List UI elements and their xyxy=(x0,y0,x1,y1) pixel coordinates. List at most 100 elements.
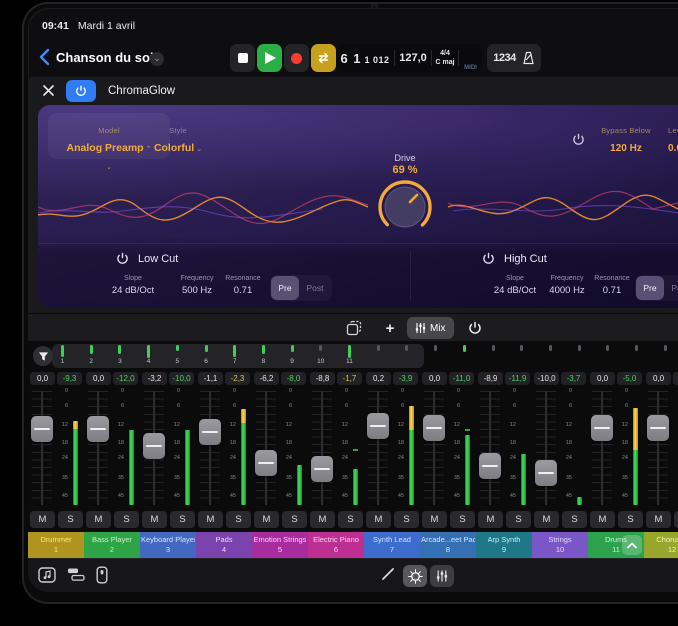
fader-track[interactable] xyxy=(256,391,276,505)
fader-track[interactable] xyxy=(368,391,388,505)
metronome-icon[interactable] xyxy=(522,51,535,65)
lcd-display[interactable]: 6 1 1 012 127,0 4/4 C maj MIDI xyxy=(336,44,482,72)
volume-readout[interactable]: -1,1 xyxy=(198,372,223,385)
mute-button[interactable]: M xyxy=(422,511,447,528)
volume-fader[interactable] xyxy=(479,453,501,479)
filter-button[interactable] xyxy=(33,346,53,366)
mute-button[interactable]: M xyxy=(366,511,391,528)
bypass-below-control[interactable]: Bypass Below 120 Hz xyxy=(590,120,662,156)
loop-browser-button[interactable] xyxy=(38,566,58,584)
track-name-label[interactable]: Chorus V12 xyxy=(644,532,678,558)
track-name-label[interactable]: Keyboard Player3 xyxy=(140,532,196,558)
low-cut-slope[interactable]: Slope 24 dB/Oct xyxy=(98,275,168,296)
solo-button[interactable]: S xyxy=(170,511,195,528)
track-name-label[interactable]: Synth Lead7 xyxy=(364,532,420,558)
volume-fader[interactable] xyxy=(423,415,445,441)
volume-readout[interactable]: 0,0 xyxy=(646,372,671,385)
track-name-label[interactable]: Bass Player2 xyxy=(84,532,140,558)
tracks-view-button[interactable] xyxy=(67,566,85,583)
record-button[interactable] xyxy=(284,44,309,72)
fader-track[interactable] xyxy=(424,391,444,505)
peak-readout[interactable] xyxy=(673,372,678,385)
collapse-chevron-up-button[interactable] xyxy=(622,535,642,555)
mute-button[interactable]: M xyxy=(310,511,335,528)
volume-fader[interactable] xyxy=(199,419,221,445)
song-menu-chevron-icon[interactable]: ⌄ xyxy=(150,52,164,66)
solo-button[interactable]: S xyxy=(282,511,307,528)
drive-control[interactable]: Drive 69 % xyxy=(369,153,441,236)
solo-button[interactable]: S xyxy=(58,511,83,528)
track-name-label[interactable]: Drummer1 xyxy=(28,532,84,558)
solo-button[interactable]: S xyxy=(450,511,475,528)
volume-readout[interactable]: 0,2 xyxy=(366,372,391,385)
style-selector[interactable]: Style Colorful⌄ xyxy=(140,120,216,156)
track-name-label[interactable]: Arcade...eet Pad8 xyxy=(420,532,476,558)
mute-button[interactable]: M xyxy=(198,511,223,528)
solo-button[interactable]: S xyxy=(114,511,139,528)
mixer-view-button[interactable] xyxy=(430,565,454,587)
volume-fader[interactable] xyxy=(87,416,109,442)
solo-button[interactable]: S xyxy=(506,511,531,528)
volume-readout[interactable]: 0,0 xyxy=(590,372,615,385)
peak-readout[interactable]: -1,7 xyxy=(337,372,362,385)
track-name-label[interactable]: Pads4 xyxy=(196,532,252,558)
volume-readout[interactable]: 0,0 xyxy=(422,372,447,385)
count-in-button[interactable]: 1234 xyxy=(493,52,515,64)
volume-fader[interactable] xyxy=(311,456,333,482)
solo-button[interactable]: S xyxy=(674,511,678,528)
peak-readout[interactable]: -10,0 xyxy=(169,372,194,385)
fader-track[interactable] xyxy=(592,391,612,505)
track-name-label[interactable]: Strings10 xyxy=(532,532,588,558)
peak-readout[interactable]: -9,3 xyxy=(57,372,82,385)
volume-fader[interactable] xyxy=(367,413,389,439)
solo-button[interactable]: S xyxy=(618,511,643,528)
peak-readout[interactable]: -3,7 xyxy=(561,372,586,385)
mute-button[interactable]: M xyxy=(86,511,111,528)
volume-readout[interactable]: -8,8 xyxy=(310,372,335,385)
mix-toggle-button[interactable]: Mix xyxy=(407,317,454,339)
peak-readout[interactable]: -2,3 xyxy=(225,372,250,385)
track-name-label[interactable]: Emotion Strings5 xyxy=(252,532,308,558)
peak-readout[interactable]: -3,9 xyxy=(393,372,418,385)
cycle-button[interactable] xyxy=(311,44,336,72)
mute-button[interactable]: M xyxy=(30,511,55,528)
pre-button[interactable]: Pre xyxy=(271,276,299,300)
volume-fader[interactable] xyxy=(31,416,53,442)
volume-readout[interactable]: -10,0 xyxy=(534,372,559,385)
level-control[interactable]: Level 0.0 xyxy=(664,120,678,156)
fader-track[interactable] xyxy=(88,391,108,505)
mute-button[interactable]: M xyxy=(142,511,167,528)
pre-button[interactable]: Pre xyxy=(636,276,664,300)
close-plugin-button[interactable] xyxy=(42,84,56,98)
regions-button[interactable] xyxy=(341,317,367,339)
post-button[interactable]: Post xyxy=(301,276,329,300)
mute-button[interactable]: M xyxy=(646,511,671,528)
add-track-button[interactable]: + xyxy=(378,317,402,339)
drive-knob[interactable] xyxy=(376,178,434,236)
song-title[interactable]: Chanson du soir xyxy=(56,50,159,65)
volume-readout[interactable]: -3,2 xyxy=(142,372,167,385)
track-name-label[interactable]: Arp Synth9 xyxy=(476,532,532,558)
low-cut-resonance[interactable]: Resonance 0.71 xyxy=(218,275,268,296)
post-button[interactable]: Post xyxy=(666,276,678,300)
smart-controls-button[interactable] xyxy=(403,565,427,587)
low-cut-power-button[interactable] xyxy=(116,252,129,265)
fader-track[interactable] xyxy=(200,391,220,505)
mute-button[interactable]: M xyxy=(254,511,279,528)
fader-track[interactable] xyxy=(32,391,52,505)
solo-button[interactable]: S xyxy=(394,511,419,528)
high-cut-power-button[interactable] xyxy=(482,252,495,265)
peak-readout[interactable]: -11,0 xyxy=(449,372,474,385)
mixer-power-button[interactable] xyxy=(462,317,488,339)
volume-fader[interactable] xyxy=(647,415,669,441)
volume-fader[interactable] xyxy=(535,460,557,486)
stop-button[interactable] xyxy=(230,44,255,72)
mute-button[interactable]: M xyxy=(590,511,615,528)
fader-track[interactable] xyxy=(312,391,332,505)
plugin-power-toggle[interactable] xyxy=(66,80,96,102)
solo-button[interactable]: S xyxy=(562,511,587,528)
play-button[interactable] xyxy=(257,44,282,72)
back-button[interactable] xyxy=(38,48,56,68)
peak-readout[interactable]: -12,0 xyxy=(113,372,138,385)
volume-readout[interactable]: -8,9 xyxy=(478,372,503,385)
